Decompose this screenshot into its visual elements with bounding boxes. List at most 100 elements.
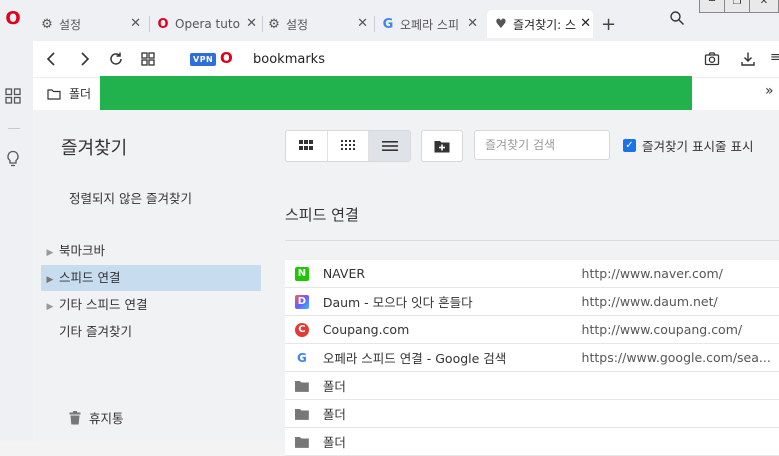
tab-settings-2[interactable]: ⚙ 설정 ✕ [266, 10, 370, 38]
section-title: 스피드 연결 [285, 206, 359, 224]
opera-icon: O [157, 16, 169, 32]
opera-logo[interactable]: O [3, 8, 23, 29]
highlight-bar [100, 76, 692, 110]
heart-icon: ♥ [495, 16, 507, 32]
workspaces-icon[interactable] [5, 88, 21, 104]
tab-title: 즐겨찾기: 스 [513, 17, 577, 32]
expand-arrow-icon[interactable]: ▶ [41, 240, 59, 266]
bookmark-name: Daum - 모으다 잇다 흔들다 [322, 295, 473, 310]
folder-icon [295, 436, 309, 448]
bookmark-list: N NAVER http://www.naver.com/ D Daum - 모… [285, 260, 779, 456]
reload-icon [110, 52, 122, 65]
sidebar-item-other-speed-dial[interactable]: ▶ 기타 스피드 연결 [41, 292, 261, 318]
list-icon [381, 141, 398, 151]
bookmark-name: NAVER [322, 266, 366, 281]
trash-label: 휴지통 [89, 411, 124, 426]
list-item[interactable]: 폴더 [285, 400, 779, 428]
list-item[interactable]: N NAVER http://www.naver.com/ [285, 260, 779, 288]
more-bookmarks-button[interactable]: » [765, 83, 774, 99]
show-bookmark-bar-label: 즐겨찾기 표시줄 표시 [642, 139, 754, 154]
sidebar-item-label: 북마크바 [59, 243, 106, 258]
tab-settings-1[interactable]: ⚙ 설정 ✕ [39, 10, 143, 38]
new-folder-button[interactable] [421, 130, 463, 162]
back-button[interactable] [43, 50, 61, 68]
bookmark-name: 폴더 [322, 435, 346, 450]
coupang-icon: C [295, 322, 309, 337]
address-bar: VPN O bookmarks ≡ [33, 41, 779, 77]
close-icon[interactable]: ✕ [130, 16, 141, 31]
lightbulb-icon[interactable] [5, 150, 21, 168]
list-item[interactable]: 폴더 [285, 428, 779, 456]
tab-overview-button[interactable] [139, 50, 157, 68]
bookmark-name: Coupang.com [322, 322, 410, 337]
folder-icon [295, 408, 309, 420]
window-controls: ─ ❐ ✕ [699, 0, 779, 14]
show-bookmark-bar-toggle[interactable]: ✓ 즐겨찾기 표시줄 표시 [623, 136, 753, 155]
close-icon[interactable]: ✕ [580, 16, 591, 31]
expand-arrow-icon[interactable]: ▶ [41, 267, 59, 293]
bookmark-bar: 폴더 » [33, 76, 779, 111]
large-grid-view-button[interactable] [286, 131, 328, 161]
camera-icon[interactable] [704, 51, 720, 67]
bookmark-bar-folder[interactable]: 폴더 [47, 85, 91, 102]
minimize-button[interactable]: ─ [699, 0, 725, 13]
google-icon: G [382, 16, 394, 32]
view-mode-group [285, 130, 411, 162]
close-window-button[interactable]: ✕ [750, 0, 779, 13]
download-icon[interactable] [740, 51, 756, 67]
small-grid-view-button[interactable] [328, 131, 370, 161]
naver-icon: N [295, 266, 309, 281]
sidebar-rail: O [0, 0, 33, 441]
maximize-button[interactable]: ❐ [725, 0, 750, 13]
list-view-button[interactable] [369, 131, 411, 161]
bookmark-name: 오페라 스피드 연결 - Google 검색 [322, 351, 507, 366]
reload-button[interactable] [107, 50, 125, 68]
daum-icon: D [295, 294, 309, 309]
opera-page-icon: O [220, 49, 233, 67]
list-item[interactable]: 폴더 [285, 372, 779, 400]
checkbox-checked-icon[interactable]: ✓ [623, 139, 636, 152]
new-tab-button[interactable]: + [601, 10, 623, 38]
google-icon: G [295, 350, 309, 365]
sidebar-item-label: 기타 즐겨찾기 [59, 324, 132, 339]
close-icon[interactable]: ✕ [357, 16, 368, 31]
tab-google-search[interactable]: G 오페라 스피 ✕ [380, 10, 480, 38]
list-item[interactable]: D Daum - 모으다 잇다 흔들다 http://www.daum.net/ [285, 288, 779, 316]
trash-icon [69, 410, 81, 424]
sidebar-item-speed-dial[interactable]: ▶ 스피드 연결 [41, 265, 261, 291]
tab-opera-tutorial[interactable]: O Opera tuto ✕ [155, 10, 259, 38]
menu-icon[interactable]: ≡ [770, 50, 779, 68]
folder-label: 폴더 [69, 87, 92, 101]
chevron-right-icon [81, 52, 90, 66]
chevron-left-icon [46, 52, 55, 66]
sidebar-item-bookmark-bar[interactable]: ▶ 북마크바 [41, 238, 261, 264]
url-field[interactable]: bookmarks [253, 52, 325, 67]
tab-title: 설정 [286, 17, 309, 32]
tab-title: Opera tuto [175, 17, 240, 31]
bookmark-url: https://www.google.com/sea... [581, 350, 771, 365]
close-icon[interactable]: ✕ [246, 16, 257, 31]
grid-icon [141, 52, 155, 66]
expand-arrow-icon[interactable]: ▶ [41, 294, 59, 320]
rail-divider [8, 128, 20, 129]
search-tabs-icon[interactable] [669, 10, 685, 26]
vpn-badge[interactable]: VPN [190, 53, 217, 66]
tab-strip: ⚙ 설정 ✕ O Opera tuto ✕ ⚙ 설정 ✕ G 오페라 스피 ✕ … [33, 0, 779, 41]
folder-icon [47, 88, 61, 100]
bookmark-search-input[interactable] [474, 130, 610, 160]
list-item[interactable]: C Coupang.com http://www.coupang.com/ [285, 316, 779, 344]
sidebar-item-other-bookmarks[interactable]: 기타 즐겨찾기 [41, 319, 261, 345]
gear-icon: ⚙ [268, 16, 280, 32]
page-title: 즐겨찾기 [61, 138, 128, 159]
forward-button[interactable] [75, 50, 93, 68]
bookmark-url: http://www.coupang.com/ [581, 322, 743, 337]
tab-bookmarks-active[interactable]: ♥ 즐겨찾기: 스 ✕ [487, 10, 593, 38]
tab-title: 오페라 스피 [400, 17, 460, 32]
list-item[interactable]: G 오페라 스피드 연결 - Google 검색 https://www.goo… [285, 344, 779, 372]
trash-link[interactable]: 휴지통 [69, 408, 124, 427]
unsorted-bookmarks-link[interactable]: 정렬되지 않은 즐겨찾기 [69, 188, 192, 207]
folder-icon [295, 380, 309, 392]
close-icon[interactable]: ✕ [467, 16, 478, 31]
small-grid-icon [341, 140, 355, 150]
add-folder-icon [434, 140, 450, 152]
